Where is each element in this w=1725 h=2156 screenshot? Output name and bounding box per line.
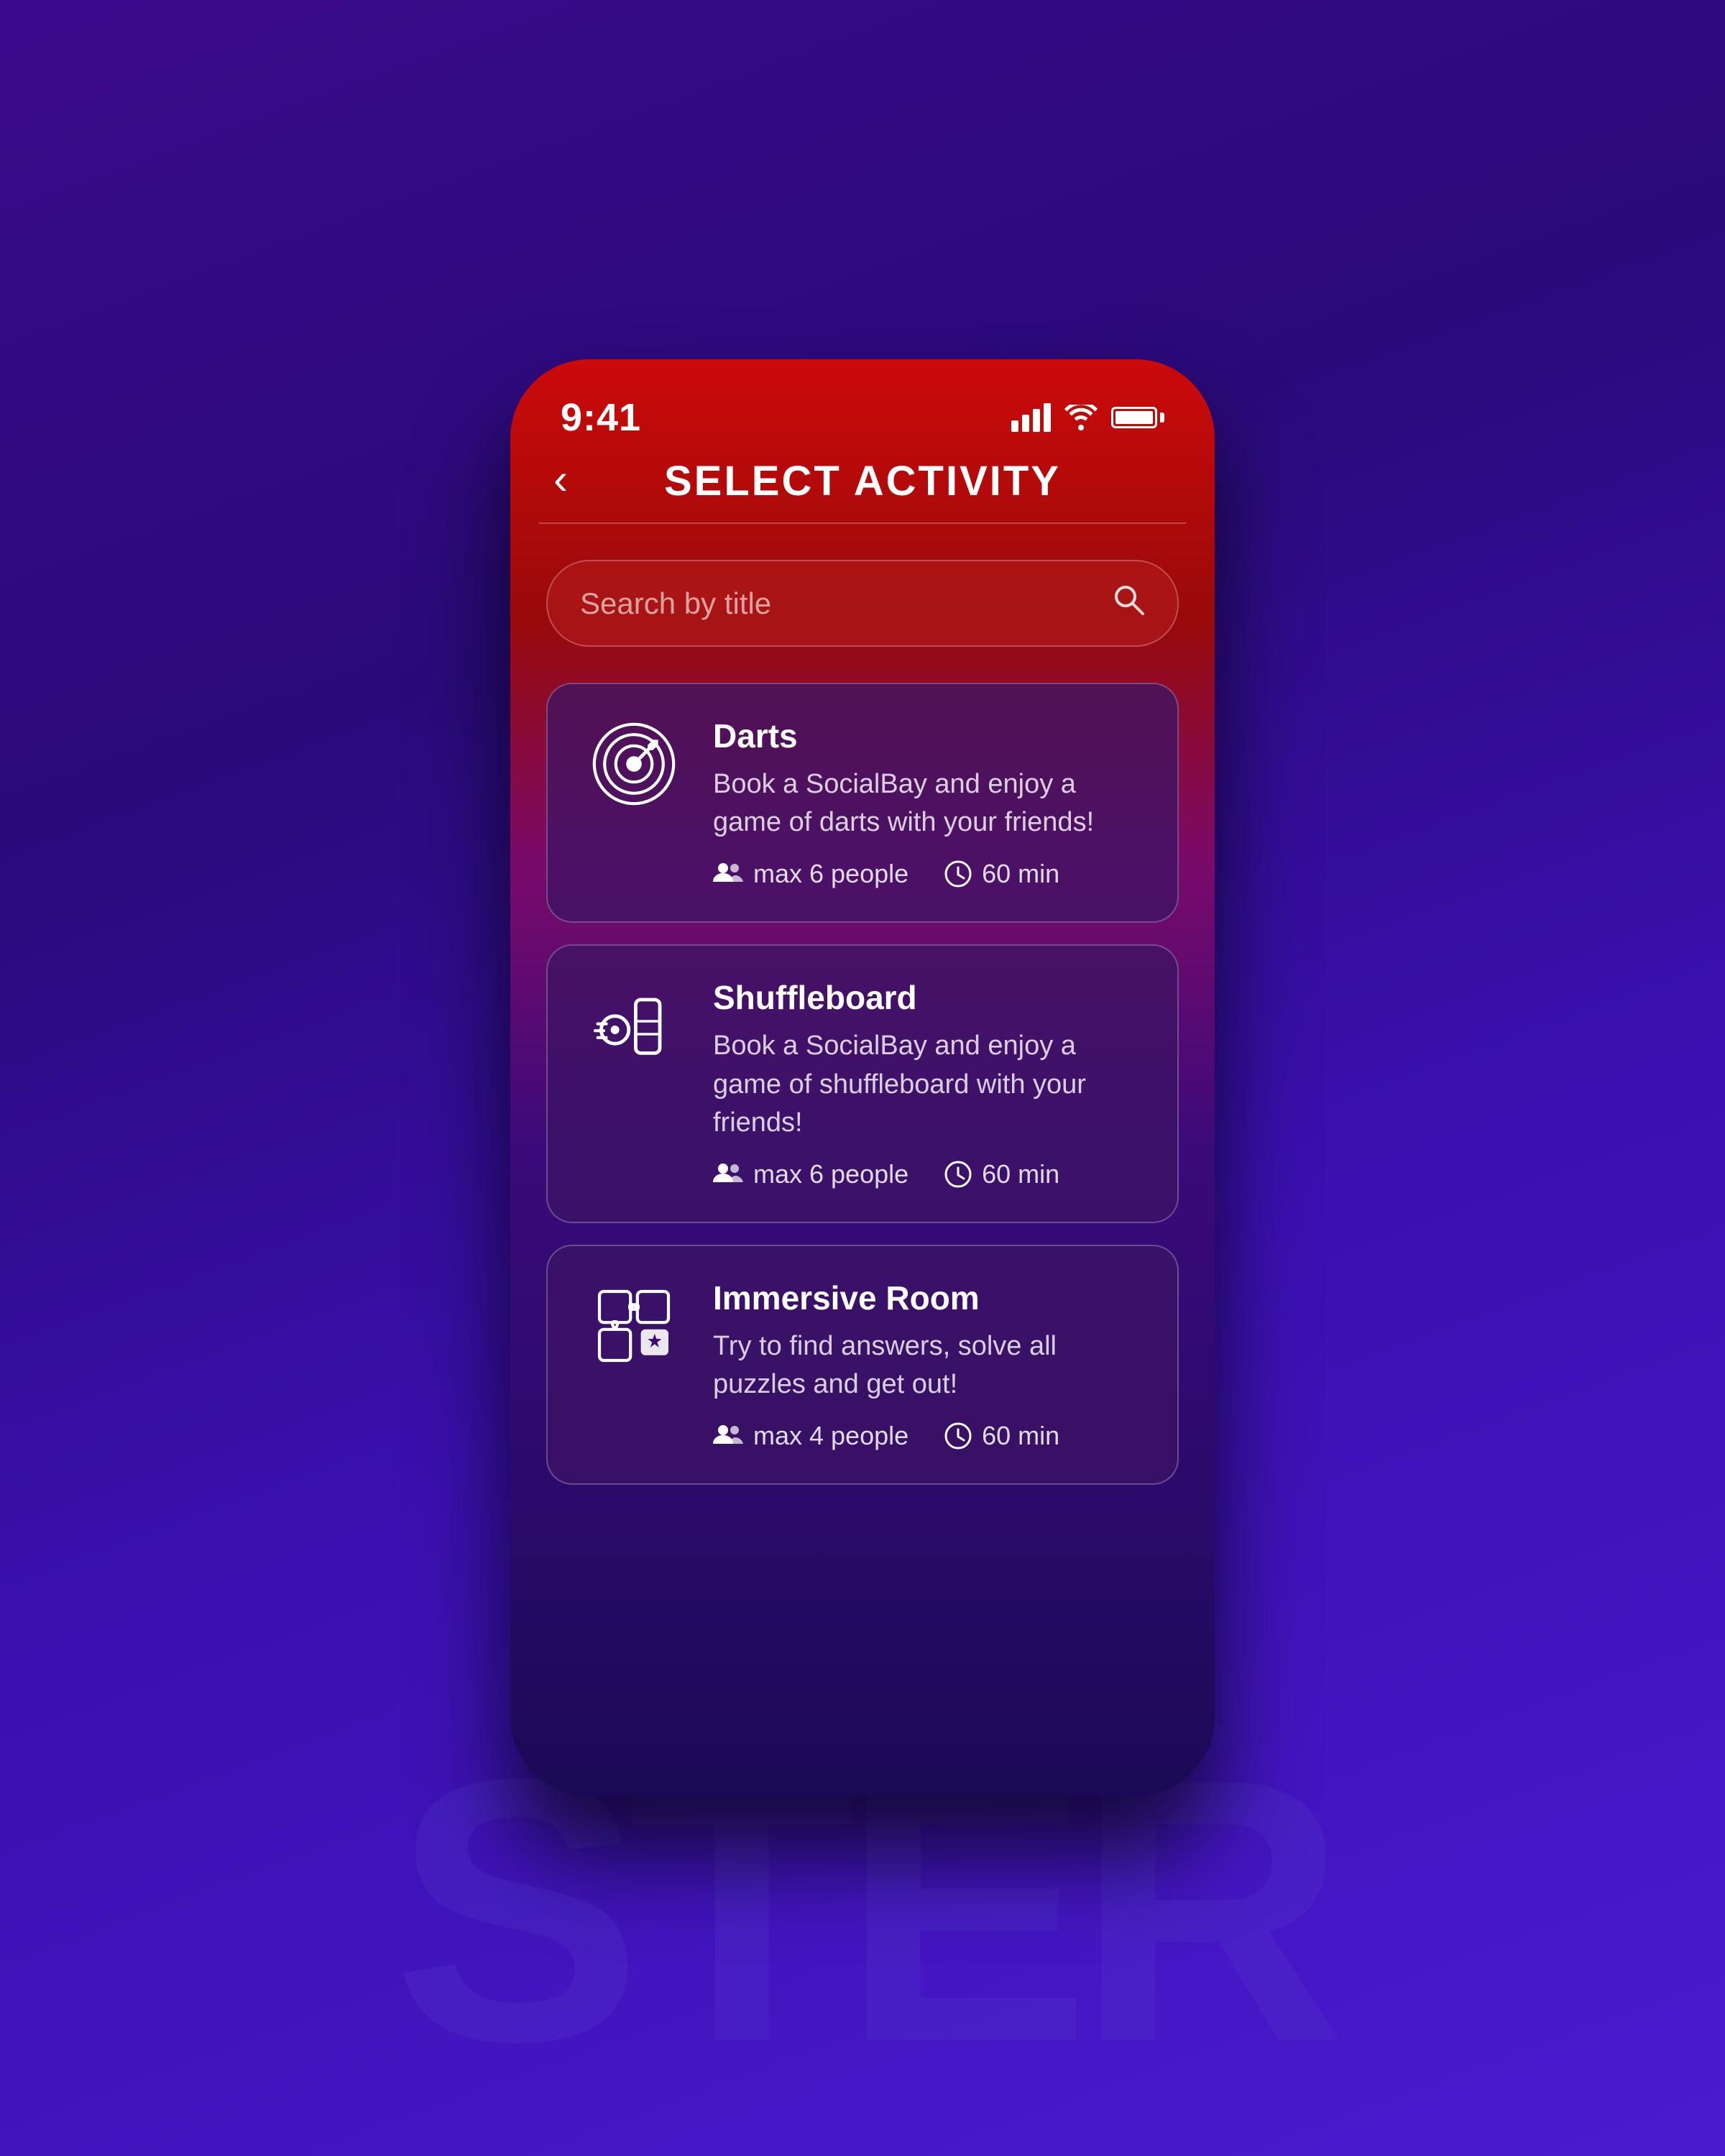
status-time: 9:41 (561, 395, 641, 440)
search-box[interactable]: Search by title (546, 560, 1179, 647)
signal-icon (1011, 403, 1051, 432)
puzzle-icon (584, 1279, 684, 1369)
shuffleboard-people: max 6 people (713, 1159, 908, 1189)
back-button[interactable]: ‹ (553, 458, 568, 501)
immersive-room-description: Try to find answers, solve all puzzles a… (713, 1327, 1141, 1404)
battery-icon (1111, 407, 1164, 428)
activity-list: Darts Book a SocialBay and enjoy a game … (510, 668, 1215, 1499)
clock-icon (944, 1422, 972, 1450)
darts-people: max 6 people (713, 859, 908, 889)
status-icons (1011, 403, 1164, 432)
phone-frame: 9:41 ‹ SELECT ACTIVITY (510, 359, 1215, 1797)
search-container: Search by title (510, 524, 1215, 668)
search-input[interactable]: Search by title (580, 586, 1098, 621)
activity-card-darts[interactable]: Darts Book a SocialBay and enjoy a game … (546, 683, 1179, 923)
darts-description: Book a SocialBay and enjoy a game of dar… (713, 765, 1141, 842)
people-icon (713, 862, 743, 886)
status-bar: 9:41 (510, 359, 1215, 454)
clock-icon (944, 860, 972, 888)
activity-card-shuffleboard[interactable]: Shuffleboard Book a SocialBay and enjoy … (546, 944, 1179, 1223)
page-header: ‹ SELECT ACTIVITY (510, 454, 1215, 522)
page-title: SELECT ACTIVITY (510, 457, 1215, 505)
darts-duration: 60 min (944, 859, 1059, 889)
darts-content: Darts Book a SocialBay and enjoy a game … (713, 717, 1141, 889)
shuffleboard-icon (584, 978, 684, 1069)
shuffleboard-description: Book a SocialBay and enjoy a game of shu… (713, 1027, 1141, 1142)
shuffleboard-content: Shuffleboard Book a SocialBay and enjoy … (713, 978, 1141, 1189)
people-icon (713, 1162, 743, 1187)
shuffleboard-title: Shuffleboard (713, 978, 1141, 1017)
immersive-room-people: max 4 people (713, 1421, 908, 1451)
shuffleboard-meta: max 6 people 60 min (713, 1159, 1141, 1189)
wifi-icon (1064, 405, 1098, 430)
darts-icon (584, 717, 684, 807)
people-icon (713, 1424, 743, 1448)
immersive-room-meta: max 4 people 60 min (713, 1421, 1141, 1451)
immersive-room-content: Immersive Room Try to find answers, solv… (713, 1279, 1141, 1451)
darts-title: Darts (713, 717, 1141, 755)
search-icon (1112, 583, 1145, 624)
immersive-room-title: Immersive Room (713, 1279, 1141, 1317)
activity-card-immersive-room[interactable]: Immersive Room Try to find answers, solv… (546, 1245, 1179, 1485)
shuffleboard-duration: 60 min (944, 1159, 1059, 1189)
darts-meta: max 6 people 60 min (713, 859, 1141, 889)
immersive-room-duration: 60 min (944, 1421, 1059, 1451)
clock-icon (944, 1161, 972, 1188)
